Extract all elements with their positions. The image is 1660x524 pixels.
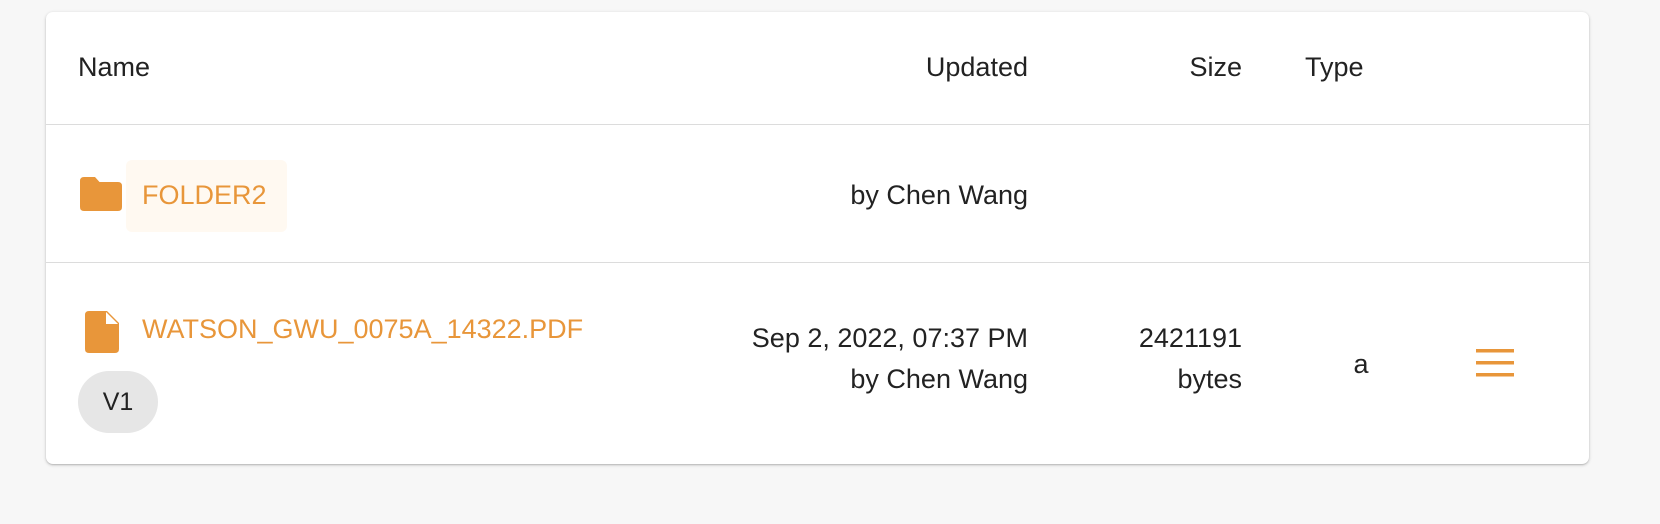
row-actions-button[interactable] — [1471, 341, 1519, 389]
column-header-type[interactable]: Type — [1305, 47, 1364, 88]
type-value: a — [1353, 349, 1369, 379]
updated-by: by Chen Wang — [850, 180, 1028, 210]
column-header-size[interactable]: Size — [1189, 47, 1242, 88]
updated-cell: Sep 2, 2022, 07:37 PM by Chen Wang — [752, 318, 1028, 400]
file-name-link[interactable]: WATSON_GWU_0075A_14322.PDF — [142, 309, 583, 350]
size-value: 2421191 — [1138, 323, 1242, 353]
column-header-name[interactable]: Name — [78, 47, 150, 88]
table-row: FOLDER2 by Chen Wang — [46, 125, 1589, 263]
updated-date: Sep 2, 2022, 07:37 PM — [751, 323, 1028, 353]
file-table-card: Name Updated Size Type FOLDER2 by Chen W… — [46, 12, 1589, 464]
folder-icon — [80, 177, 122, 211]
column-header-updated[interactable]: Updated — [926, 47, 1028, 88]
table-header-row: Name Updated Size Type — [46, 12, 1589, 125]
menu-icon — [1476, 349, 1514, 377]
updated-by: by Chen Wang — [850, 364, 1028, 394]
size-cell: 2421191 bytes — [1139, 318, 1242, 400]
version-badge[interactable]: V1 — [78, 371, 158, 433]
table-row: WATSON_GWU_0075A_14322.PDF V1 Sep 2, 202… — [46, 263, 1589, 464]
folder-name-link[interactable]: FOLDER2 — [142, 175, 267, 216]
file-icon — [85, 311, 119, 353]
size-unit: bytes — [1177, 364, 1242, 394]
